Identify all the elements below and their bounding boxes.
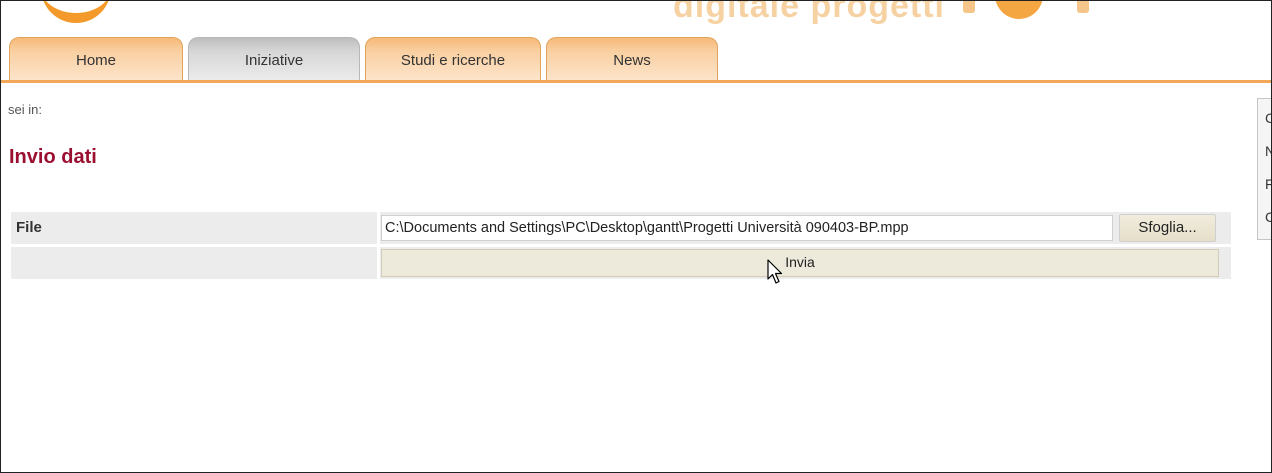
side-menu-panel: C N F C	[1257, 98, 1271, 240]
banner-decoration	[963, 1, 975, 13]
tab-home[interactable]: Home	[9, 37, 183, 81]
submit-button[interactable]: Invia	[381, 249, 1219, 277]
banner-decoration	[995, 1, 1043, 19]
upload-form: File C:\Documents and Settings\PC\Deskto…	[11, 212, 1231, 282]
submit-row: Invia	[11, 247, 1231, 279]
file-value-cell: C:\Documents and Settings\PC\Desktop\gan…	[380, 212, 1231, 244]
tab-studi-e-ricerche[interactable]: Studi e ricerche	[365, 37, 541, 81]
banner-decoration	[1077, 1, 1089, 13]
submit-cell: Invia	[380, 247, 1231, 279]
breadcrumb: sei in:	[8, 102, 42, 117]
file-label: File	[11, 212, 377, 244]
file-path-input[interactable]: C:\Documents and Settings\PC\Desktop\gan…	[381, 215, 1113, 241]
page-title: Invio dati	[9, 146, 97, 168]
tab-news[interactable]: News	[546, 37, 718, 81]
site-banner: digitale progetti	[1, 1, 1271, 35]
tab-underline	[1, 80, 1271, 83]
side-menu-item[interactable]: C	[1265, 103, 1271, 133]
file-row: File C:\Documents and Settings\PC\Deskto…	[11, 212, 1231, 244]
side-menu-item[interactable]: C	[1265, 202, 1271, 232]
side-menu-item[interactable]: N	[1265, 136, 1271, 166]
tab-iniziative[interactable]: Iniziative	[188, 37, 360, 81]
browser-viewport: digitale progetti Home Iniziative Studi …	[0, 0, 1272, 473]
browse-button[interactable]: Sfoglia...	[1119, 214, 1216, 242]
side-menu-item[interactable]: F	[1265, 169, 1271, 199]
mouse-cursor-icon	[767, 259, 783, 284]
site-logo[interactable]	[41, 1, 111, 23]
empty-label-cell	[11, 247, 377, 279]
main-nav-tabs: Home Iniziative Studi e ricerche News	[1, 37, 1271, 83]
banner-title: digitale progetti	[673, 1, 945, 25]
